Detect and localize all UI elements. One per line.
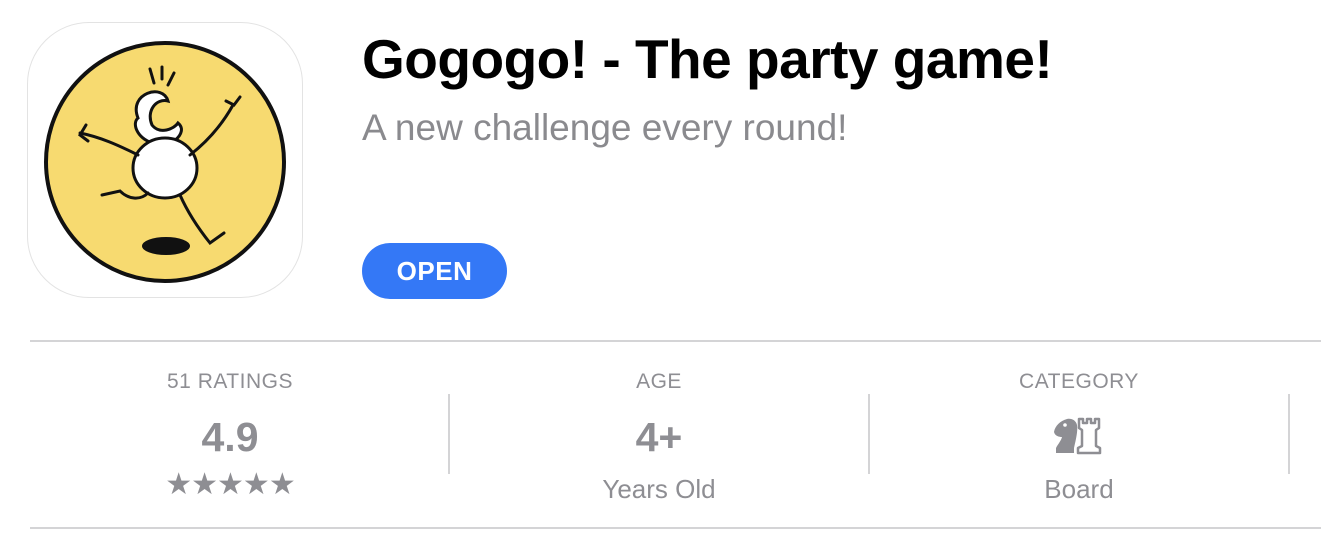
stick-figure-app-icon [44,41,286,283]
column-separator [1288,394,1290,474]
star-rating: ★★★★★ [165,468,295,501]
app-icon [27,22,303,298]
chess-pieces-icon [1054,417,1102,455]
ratings-count-label: 51 RATINGS [167,370,293,393]
divider-bottom [30,527,1321,529]
ratings-section[interactable]: 51 RATINGS 4.9 ★★★★★ [20,341,440,527]
app-subtitle: A new challenge every round! [362,107,848,148]
category-label: CATEGORY [1019,370,1139,393]
age-label: AGE [636,370,682,393]
rating-value: 4.9 [201,414,259,460]
age-section[interactable]: AGE 4+ Years Old [449,341,869,527]
age-value: 4+ [635,414,683,460]
open-button[interactable]: OPEN [362,243,507,299]
category-sub: Board [1044,474,1114,504]
app-title: Gogogo! - The party game! [362,28,1053,90]
age-sub: Years Old [602,474,716,504]
